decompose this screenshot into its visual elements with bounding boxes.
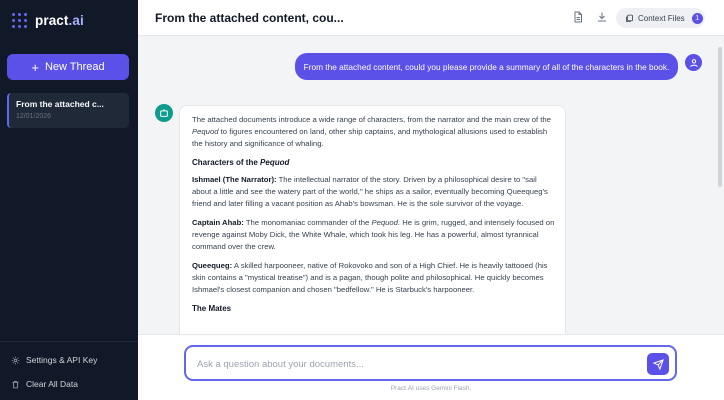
chat-area: From the attached content, could you ple… (138, 37, 724, 334)
input-area: Pract.AI uses Gemini Flash. (138, 334, 724, 400)
new-thread-button[interactable]: + New Thread (7, 54, 129, 80)
logo[interactable]: pract.ai (12, 13, 84, 28)
thread-date: 12/01/2026 (16, 113, 52, 120)
logo-text: pract.ai (35, 13, 84, 28)
header: From the attached content, cou... Contex… (138, 0, 724, 36)
clear-data-link[interactable]: Clear All Data (11, 379, 78, 389)
document-icon[interactable] (572, 11, 584, 23)
user-avatar (685, 54, 702, 71)
context-files-count-badge: 1 (691, 12, 703, 24)
sidebar: pract.ai + New Thread From the attached … (0, 0, 138, 400)
character-paragraph: Captain Ahab: The monomaniac commander o… (192, 218, 555, 251)
robot-icon (160, 109, 168, 117)
send-button[interactable] (647, 353, 669, 375)
trash-icon (12, 380, 19, 388)
new-thread-label: New Thread (44, 61, 105, 73)
bot-avatar (155, 104, 173, 122)
context-files-label: Context Files (638, 13, 685, 23)
intro-paragraph: The attached documents introduce a wide … (192, 115, 551, 148)
thread-item[interactable]: From the attached c... 12/01/2026 (7, 93, 129, 128)
character-paragraph: Ishmael (The Narrator): The intellectual… (192, 175, 548, 208)
section-heading: The Mates (192, 304, 232, 313)
assistant-message: The attached documents introduce a wide … (179, 105, 566, 334)
settings-label: Settings & API Key (26, 355, 98, 365)
files-icon (626, 14, 633, 22)
sidebar-footer-divider (0, 341, 138, 342)
page-title: From the attached content, cou... (155, 11, 344, 25)
character-paragraph: Queequeg: A skilled harpooneer, native o… (192, 261, 548, 294)
plus-icon: + (31, 59, 39, 75)
send-icon (652, 358, 664, 370)
question-input-box (184, 345, 677, 381)
user-icon (689, 58, 698, 67)
section-heading: Characters of the Pequod (192, 158, 290, 167)
clear-data-label: Clear All Data (26, 379, 78, 389)
thread-title: From the attached c... (16, 99, 104, 109)
question-input[interactable] (197, 356, 637, 372)
chat-scrollbar[interactable] (718, 47, 722, 187)
gear-icon (11, 356, 20, 364)
download-icon[interactable] (596, 11, 608, 23)
model-footnote: Pract.AI uses Gemini Flash. (390, 385, 472, 392)
user-message: From the attached content, could you ple… (295, 53, 678, 80)
context-files-button[interactable]: Context Files 1 (616, 8, 705, 28)
settings-link[interactable]: Settings & API Key (11, 355, 97, 365)
logo-grid-icon (12, 13, 27, 28)
